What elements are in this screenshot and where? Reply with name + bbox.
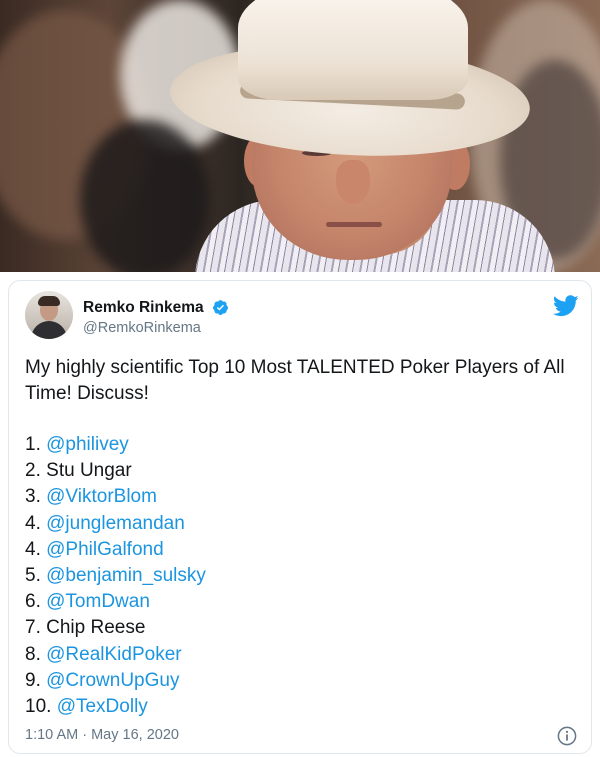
mention-link[interactable]: @TomDwan (46, 591, 150, 612)
mention-link[interactable]: @RealKidPoker (46, 644, 181, 665)
list-item: 2. Stu Ungar (25, 458, 577, 484)
rank-number: 9. (25, 669, 41, 691)
verified-badge-icon (213, 300, 228, 315)
info-icon[interactable] (557, 726, 577, 746)
mention-link[interactable]: @philivey (46, 434, 129, 455)
author-name[interactable]: Remko Rinkema (83, 299, 204, 317)
list-item: 7. Chip Reese (25, 615, 577, 641)
mention-link[interactable]: @TexDolly (57, 696, 148, 717)
rank-number: 4. (25, 538, 41, 560)
list-item: 1. @philivey (25, 432, 577, 458)
ranking-list: 1. @philivey 2. Stu Ungar 3. @ViktorBlom 4.… (25, 432, 577, 720)
list-item: 4. @PhilGalfond (25, 537, 577, 563)
rank-number: 3. (25, 486, 41, 508)
list-item: 5. @benjamin_sulsky (25, 563, 577, 589)
header-photo (0, 0, 600, 272)
rank-number: 7. (25, 617, 41, 639)
rank-number: 1. (25, 434, 41, 455)
twitter-bird-icon[interactable] (553, 295, 579, 317)
author-handle[interactable]: @RemkoRinkema (83, 320, 201, 336)
rank-number: 5. (25, 565, 41, 587)
tweet-text: My highly scientific Top 10 Most TALENTE… (25, 357, 565, 404)
list-item: 4. @junglemandan (25, 511, 577, 537)
player-name: Stu Ungar (46, 460, 132, 482)
rank-number: 4. (25, 512, 41, 534)
tweet-timestamp[interactable]: 1:10 AM · May 16, 2020 (25, 727, 179, 743)
list-item: 3. @ViktorBlom (25, 484, 577, 510)
mention-link[interactable]: @junglemandan (46, 513, 185, 534)
list-item: 6. @TomDwan (25, 589, 577, 615)
cowboy-hat-crown (238, 0, 468, 100)
mention-link[interactable]: @CrownUpGuy (46, 670, 179, 691)
mention-link[interactable]: @ViktorBlom (46, 486, 157, 507)
rank-number: 10. (25, 696, 52, 718)
mention-link[interactable]: @benjamin_sulsky (46, 565, 206, 586)
list-item: 9. @CrownUpGuy (25, 668, 577, 694)
player-name: Chip Reese (46, 617, 146, 639)
list-item: 8. @RealKidPoker (25, 642, 577, 668)
mention-link[interactable]: @PhilGalfond (46, 539, 164, 560)
list-item: 10. @TexDolly (25, 694, 577, 720)
avatar[interactable] (25, 291, 73, 339)
rank-number: 2. (25, 460, 41, 482)
tweet-card[interactable]: Remko Rinkema @RemkoRinkema My highly sc… (8, 280, 592, 754)
rank-number: 6. (25, 591, 41, 613)
rank-number: 8. (25, 643, 41, 665)
